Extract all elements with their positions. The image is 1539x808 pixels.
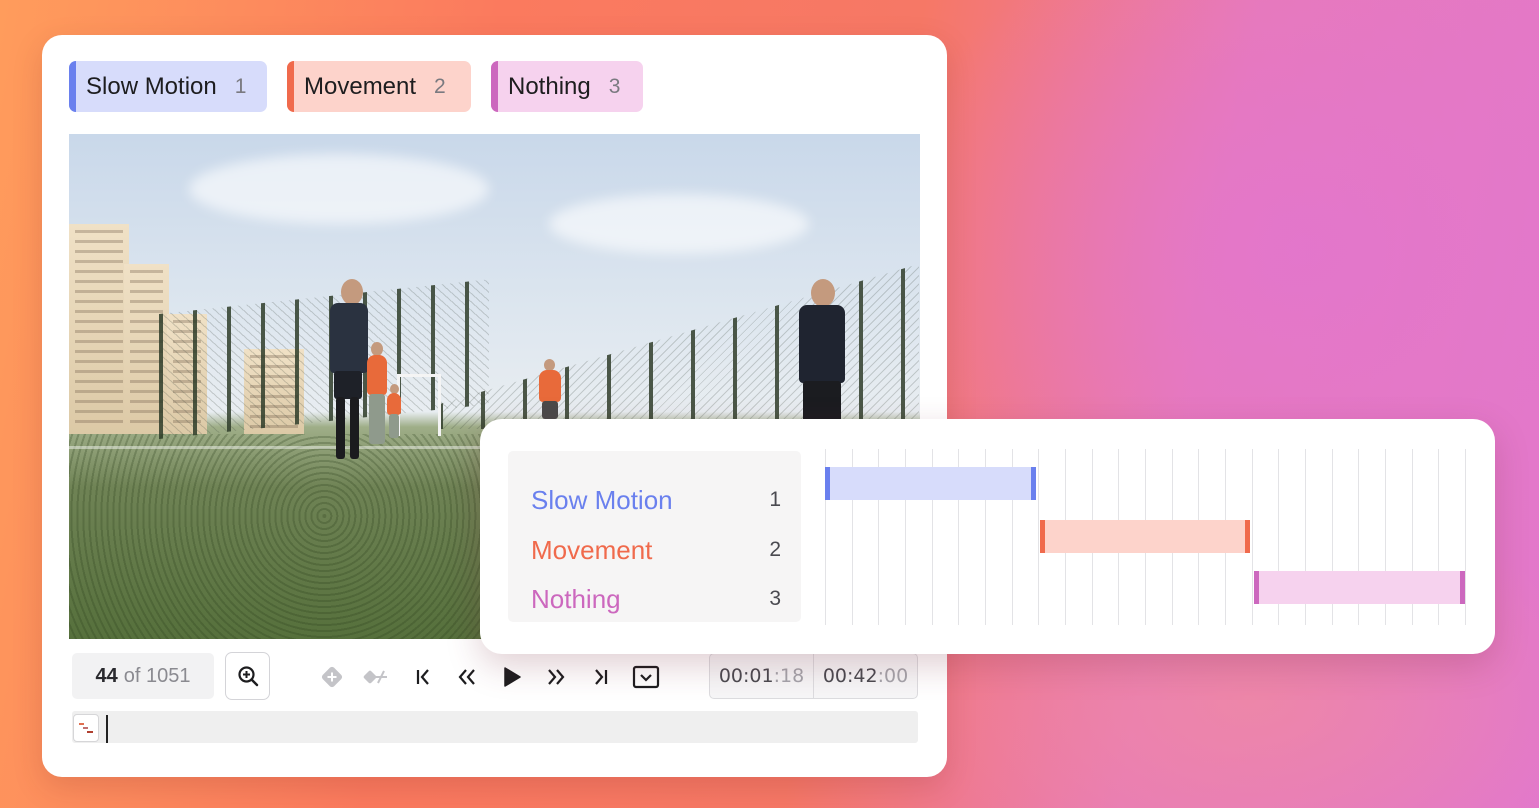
timeline-segment[interactable]: [1253, 571, 1465, 604]
time-display: 00:01:18 00:42:00: [709, 653, 918, 699]
current-time: 00:01:18: [710, 654, 813, 698]
add-keyframe-button[interactable]: [317, 662, 347, 692]
play-button[interactable]: [497, 662, 527, 692]
fast-forward-icon: [548, 669, 565, 685]
total-time: 00:42:00: [813, 654, 917, 698]
skip-to-start-icon: [416, 669, 429, 685]
timeline-legend-hotkey: 1: [769, 488, 781, 511]
timeline-legend-label: Slow Motion: [531, 484, 673, 515]
timeline-grid[interactable]: [825, 449, 1466, 625]
timeline-segments-icon: [79, 723, 93, 733]
timeline-gridline: [1465, 449, 1466, 625]
current-time-main: 00:01: [718, 665, 774, 687]
rewind-button[interactable]: [452, 662, 482, 692]
label-chip-hotkey: 3: [608, 74, 621, 98]
cloud: [189, 154, 489, 224]
timeline-legend: Slow Motion 1 Movement 2 Nothing 3: [508, 451, 801, 622]
timeline-legend-hotkey: 3: [769, 587, 781, 610]
goal: [397, 374, 441, 436]
building: [69, 224, 129, 434]
current-frame: 44: [95, 664, 118, 687]
timeline-legend-row[interactable]: Movement 2: [531, 530, 781, 570]
timeline-gridline: [1251, 449, 1253, 625]
label-chip-movement[interactable]: Movement 2: [287, 61, 471, 112]
playhead[interactable]: [106, 715, 108, 743]
segment-start-handle[interactable]: [825, 467, 830, 500]
segment-end-handle[interactable]: [1459, 571, 1465, 604]
label-chip-name: Slow Motion: [86, 72, 217, 100]
player-figure: [536, 359, 564, 419]
timeline-legend-label: Nothing: [531, 583, 621, 614]
timeline-segment[interactable]: [825, 467, 1037, 500]
rewind-icon: [458, 669, 475, 685]
timeline-legend-label: Movement: [531, 534, 653, 565]
fast-forward-button[interactable]: [541, 662, 571, 692]
video-editor-card: Slow Motion 1 Movement 2 Nothing 3 44 of…: [42, 35, 947, 777]
label-chip-nothing[interactable]: Nothing 3: [491, 61, 643, 112]
label-chip-hotkey: 1: [234, 74, 247, 98]
skip-to-end-button[interactable]: [585, 662, 615, 692]
current-time-frames: :18: [773, 665, 805, 687]
skip-to-start-button[interactable]: [409, 662, 439, 692]
timeline-track[interactable]: [72, 711, 918, 743]
label-chip-name: Nothing: [508, 72, 591, 100]
label-palette: Slow Motion 1 Movement 2 Nothing 3: [69, 61, 643, 112]
player-settings-icon: [632, 665, 660, 689]
zoom-in-icon: [237, 666, 258, 687]
timeline-legend-row[interactable]: Slow Motion 1: [531, 480, 781, 520]
timeline-toggle-button[interactable]: [73, 714, 99, 742]
frame-counter: 44 of 1051: [72, 653, 214, 699]
label-chip-name: Movement: [304, 72, 417, 100]
remove-keyframe-icon: [363, 670, 387, 684]
player-figure: [385, 384, 403, 439]
add-keyframe-icon: [321, 666, 343, 688]
label-chip-slow-motion[interactable]: Slow Motion 1: [69, 61, 267, 112]
player-settings-button[interactable]: [630, 662, 662, 692]
timeline-legend-row[interactable]: Nothing 3: [531, 579, 781, 619]
zoom-button[interactable]: [225, 652, 270, 700]
total-time-frames: :00: [877, 665, 909, 687]
segments-timeline-card: Slow Motion 1 Movement 2 Nothing 3: [480, 419, 1495, 654]
total-time-main: 00:42: [822, 665, 878, 687]
cloud: [549, 194, 809, 254]
play-icon: [504, 667, 521, 687]
timeline-legend-hotkey: 2: [769, 538, 781, 561]
segment-start-handle[interactable]: [1253, 571, 1259, 604]
segment-start-handle[interactable]: [1040, 520, 1046, 553]
segment-end-handle[interactable]: [1244, 520, 1250, 553]
timeline-segment[interactable]: [1040, 520, 1250, 553]
skip-to-end-icon: [595, 669, 608, 685]
total-frames: of 1051: [123, 664, 191, 687]
remove-keyframe-button[interactable]: [361, 662, 391, 692]
segment-end-handle[interactable]: [1031, 467, 1037, 500]
label-chip-hotkey: 2: [434, 74, 446, 98]
